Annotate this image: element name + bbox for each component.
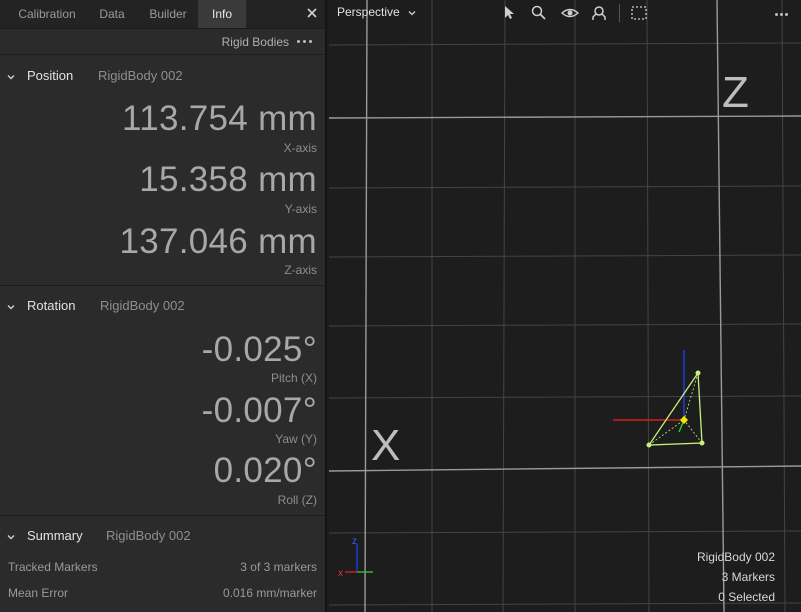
- info-panel: Calibration Data Builder Info Rigid Bodi…: [0, 0, 327, 612]
- divider: [0, 285, 325, 286]
- 3d-viewport[interactable]: Perspective Z X z x RigidBody 002 3 Mark…: [329, 0, 801, 612]
- more-icon[interactable]: [297, 39, 313, 45]
- marker-count: 3 Markers: [721, 570, 775, 584]
- position-z-value: 137.046 mm: [119, 222, 317, 261]
- divider: [0, 515, 325, 516]
- perspective-dropdown[interactable]: Perspective: [337, 5, 417, 19]
- mean-error-label: Mean Error: [8, 586, 69, 600]
- rotation-roll-label: Roll (Z): [277, 493, 317, 507]
- rotation-pitch-label: Pitch (X): [270, 371, 317, 385]
- gizmo-x-label: x: [338, 568, 343, 579]
- more-icon[interactable]: [775, 12, 791, 18]
- axis-label-z: Z: [722, 68, 749, 117]
- close-icon[interactable]: [303, 4, 321, 22]
- rotation-yaw-label: Yaw (Y): [275, 432, 317, 446]
- marquee-select-icon[interactable]: [630, 4, 648, 22]
- rotation-pitch-value: -0.025°: [201, 330, 317, 369]
- panel-tabs: Calibration Data Builder Info: [0, 0, 325, 29]
- tab-data[interactable]: Data: [86, 0, 138, 28]
- mean-error-value: 0.016 mm/marker: [222, 586, 317, 600]
- zoom-icon[interactable]: [530, 4, 548, 22]
- tab-builder[interactable]: Builder: [138, 0, 198, 28]
- rotation-roll-value: 0.020°: [213, 451, 317, 490]
- tab-calibration[interactable]: Calibration: [8, 0, 86, 28]
- tracked-markers-value: 3 of 3 markers: [240, 560, 317, 574]
- summary-section-header[interactable]: Summary RigidBody 002: [0, 524, 325, 548]
- eye-icon[interactable]: [560, 4, 580, 22]
- position-y-label: Y-axis: [284, 202, 317, 216]
- rotation-body-name: RigidBody 002: [100, 298, 185, 313]
- cursor-icon[interactable]: [501, 4, 519, 22]
- summary-title: Summary: [27, 528, 83, 543]
- selected-body-name: RigidBody 002: [696, 550, 775, 564]
- chevron-down-icon: [6, 299, 16, 310]
- chevron-down-icon: [6, 69, 16, 80]
- selected-count: 0 Selected: [718, 590, 775, 604]
- perspective-label: Perspective: [337, 5, 400, 19]
- rotation-yaw-value: -0.007°: [201, 391, 317, 430]
- position-y-value: 15.358 mm: [139, 160, 317, 199]
- position-x-value: 113.754 mm: [122, 99, 317, 138]
- position-title: Position: [27, 68, 74, 83]
- position-body-name: RigidBody 002: [98, 68, 183, 83]
- tracked-markers-label: Tracked Markers: [8, 560, 98, 574]
- axis-label-x: X: [371, 421, 401, 470]
- viewport-toolbar: Perspective: [329, 0, 801, 26]
- chevron-down-icon: [408, 10, 416, 16]
- rigid-body-marker-cluster[interactable]: [609, 340, 729, 460]
- axis-gizmo: z x: [338, 536, 373, 579]
- tab-info[interactable]: Info: [198, 0, 246, 28]
- position-section-header[interactable]: Position RigidBody 002: [0, 64, 325, 88]
- person-search-icon[interactable]: [590, 4, 608, 22]
- rotation-title: Rotation: [27, 298, 76, 313]
- position-x-label: X-axis: [283, 141, 317, 155]
- rotation-section-header[interactable]: Rotation RigidBody 002: [0, 294, 325, 318]
- summary-body-name: RigidBody 002: [106, 528, 191, 543]
- gizmo-z-label: z: [352, 536, 357, 547]
- rigid-bodies-header: Rigid Bodies: [0, 29, 325, 55]
- toolbar-divider: [619, 4, 620, 22]
- chevron-down-icon: [6, 529, 16, 540]
- rigid-bodies-label: Rigid Bodies: [221, 35, 289, 49]
- position-z-label: Z-axis: [284, 263, 317, 277]
